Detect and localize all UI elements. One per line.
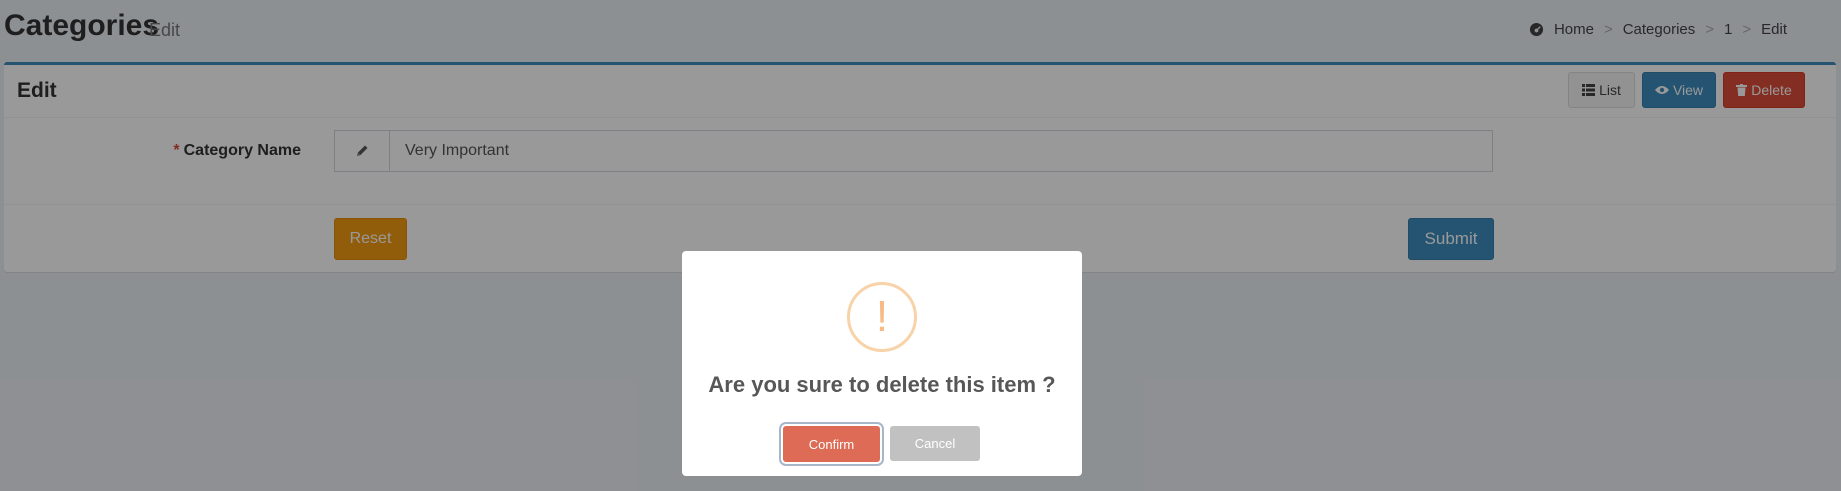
page: Categories Edit Home > Categories > 1 > … bbox=[0, 0, 1841, 491]
dialog-message: Are you sure to delete this item ? bbox=[708, 372, 1056, 397]
confirm-button[interactable]: Confirm bbox=[783, 426, 880, 462]
warning-icon: ! bbox=[847, 282, 917, 352]
warning-mark: ! bbox=[875, 292, 889, 341]
delete-confirm-dialog: ! Are you sure to delete this item ? Con… bbox=[682, 251, 1082, 476]
cancel-button[interactable]: Cancel bbox=[890, 426, 980, 461]
